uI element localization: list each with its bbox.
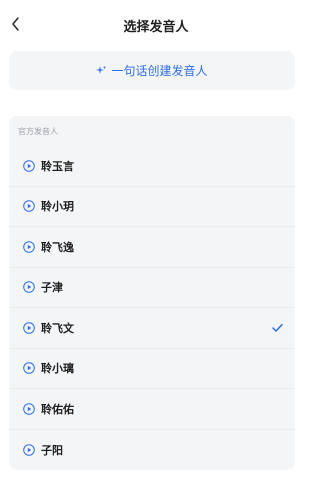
play-icon[interactable] xyxy=(23,443,35,456)
play-icon[interactable] xyxy=(23,402,35,415)
play-icon[interactable] xyxy=(23,281,35,294)
voice-row[interactable]: 聆小玥 xyxy=(9,187,295,227)
sparkle-icon xyxy=(96,65,106,76)
page-title: 选择发音人 xyxy=(123,20,189,35)
voice-name: 聆飞逸 xyxy=(41,240,74,254)
create-voice-button[interactable]: 一句话创建发音人 xyxy=(9,51,295,90)
voice-row[interactable]: 聆飞文 xyxy=(9,308,295,349)
voice-name: 子津 xyxy=(41,281,63,295)
play-icon[interactable] xyxy=(23,321,35,334)
voice-name: 聆佑佑 xyxy=(41,402,74,416)
voice-name: 聆玉言 xyxy=(41,159,74,173)
voice-row[interactable]: 聆玉言 xyxy=(9,146,295,187)
voice-name: 聆小璃 xyxy=(41,362,74,376)
play-icon[interactable] xyxy=(23,240,35,253)
voice-row[interactable]: 子津 xyxy=(9,268,295,308)
voice-row[interactable]: 聆飞逸 xyxy=(9,227,295,268)
voice-list-card: 官方发音人 聆玉言聆小玥聆飞逸子津聆飞文聆小璃聆佑佑子阳 xyxy=(9,116,295,470)
voice-list: 聆玉言聆小玥聆飞逸子津聆飞文聆小璃聆佑佑子阳 xyxy=(9,146,295,470)
voice-row[interactable]: 聆佑佑 xyxy=(9,389,295,430)
play-icon[interactable] xyxy=(23,159,35,172)
checkmark-icon xyxy=(272,323,283,332)
voice-name: 子阳 xyxy=(41,443,63,457)
create-voice-label: 一句话创建发音人 xyxy=(111,64,208,78)
voice-row[interactable]: 子阳 xyxy=(9,430,295,471)
voice-row[interactable]: 聆小璃 xyxy=(9,349,295,389)
header: 选择发音人 xyxy=(0,0,312,50)
section-label: 官方发音人 xyxy=(18,127,58,136)
play-icon[interactable] xyxy=(23,200,35,213)
voice-name: 聆小玥 xyxy=(41,200,74,214)
voice-name: 聆飞文 xyxy=(41,321,74,335)
play-icon[interactable] xyxy=(23,362,35,375)
